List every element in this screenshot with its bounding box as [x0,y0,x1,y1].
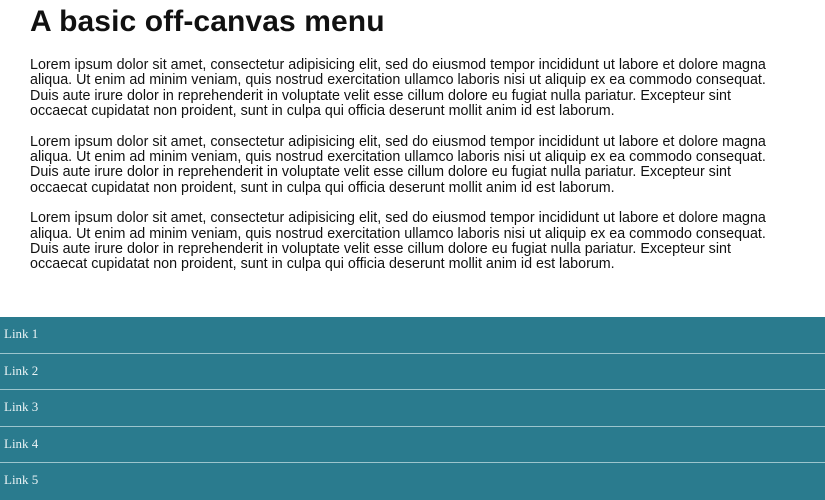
page-title: A basic off-canvas menu [30,5,385,38]
main-content: A basic off-canvas menu Lorem ipsum dolo… [30,0,790,273]
menu-link-5[interactable]: Link 5 [4,472,38,488]
paragraph-3: Lorem ipsum dolor sit amet, consectetur … [30,210,766,273]
menu-item-1: Link 1 [0,317,825,354]
menu-link-2[interactable]: Link 2 [4,363,38,379]
menu-item-2: Link 2 [0,354,825,391]
menu-item-5: Link 5 [0,463,825,500]
paragraph-2: Lorem ipsum dolor sit amet, consectetur … [30,133,766,196]
page: A basic off-canvas menu Lorem ipsum dolo… [0,0,825,500]
menu-item-4: Link 4 [0,427,825,464]
off-canvas-menu: Link 1 Link 2 Link 3 Link 4 Link 5 [0,317,825,500]
paragraph-1: Lorem ipsum dolor sit amet, consectetur … [30,57,766,120]
menu-link-4[interactable]: Link 4 [4,436,38,452]
menu-item-3: Link 3 [0,390,825,427]
menu-link-3[interactable]: Link 3 [4,399,38,415]
menu-link-1[interactable]: Link 1 [4,326,38,342]
